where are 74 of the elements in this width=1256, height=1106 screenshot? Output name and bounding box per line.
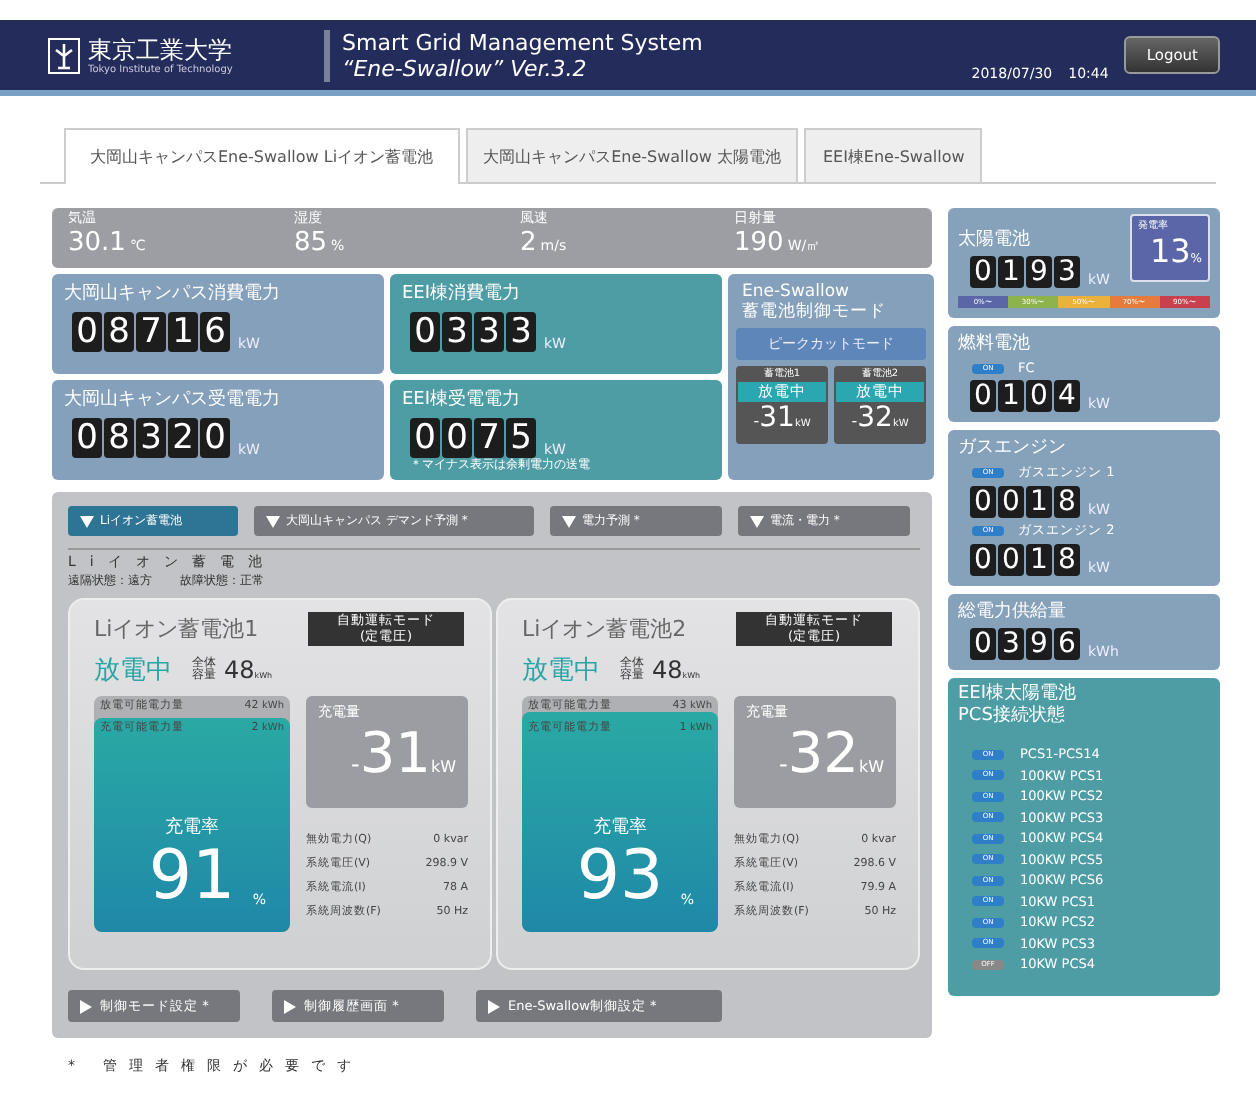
digit: 0	[200, 418, 230, 458]
digit: 0	[970, 256, 996, 288]
digit: 3	[136, 418, 166, 458]
rate-value: 93	[576, 840, 664, 912]
meter-label: 大岡山キャンパス受電電力	[64, 388, 282, 412]
digit: 9	[1026, 256, 1052, 288]
digit: 6	[200, 312, 230, 352]
triangle-down-icon	[750, 515, 764, 527]
rate-label: 充電率	[593, 815, 647, 840]
card-title: PCS接続状態	[958, 706, 1067, 728]
tab[interactable]: 大岡山キャンパスEne-Swallow 太陽電池	[465, 128, 799, 182]
battery-status: 放電中	[522, 654, 600, 688]
digit: 3	[442, 312, 472, 352]
triangle-right-icon	[488, 999, 500, 1013]
digit: 0	[998, 486, 1024, 518]
digit: 7	[136, 312, 166, 352]
digit: 0	[72, 312, 102, 352]
digit: 8	[1054, 544, 1080, 576]
digit: 3	[474, 312, 504, 352]
digit: 0	[970, 544, 996, 576]
triangle-right-icon	[80, 999, 92, 1013]
card-title: ガスエンジン	[958, 436, 1068, 460]
card-title: 蓄電池制御モード	[740, 302, 888, 322]
digit: 5	[506, 418, 536, 458]
battery-name: Liイオン蓄電池1	[94, 614, 259, 644]
triangle-down-icon	[80, 515, 94, 527]
app-version: “Ene-Swallow” Ver.3.2	[342, 55, 589, 81]
digit: 0	[410, 312, 440, 352]
meter-label: 大岡山キャンパス消費電力	[64, 282, 282, 306]
logo-title: 東京工業大学	[88, 35, 233, 63]
digit: 7	[474, 418, 504, 458]
tab[interactable]: 大岡山キャンパスEne-Swallow Liイオン蓄電池	[64, 128, 460, 184]
battery-name: Liイオン蓄電池2	[522, 614, 687, 644]
digit: 1	[998, 380, 1024, 412]
card-title: Ene-Swallow	[740, 282, 851, 302]
digit: 0	[1026, 380, 1052, 412]
power-value: -31 kW	[348, 722, 456, 790]
digit: 2	[168, 418, 198, 458]
meter-label: EEI棟受電電力	[402, 388, 523, 412]
card-title: 総電力供給量	[958, 600, 1068, 624]
app-title: Smart Grid Management System	[342, 29, 705, 55]
digit: 1	[998, 256, 1024, 288]
digit: 9	[1026, 628, 1052, 660]
triangle-down-icon	[562, 515, 576, 527]
digit: 3	[506, 312, 536, 352]
digit: 0	[72, 418, 102, 458]
digit: 0	[998, 544, 1024, 576]
digit: 4	[1054, 380, 1080, 412]
power-value: -32 kW	[776, 722, 884, 790]
digit: 3	[1054, 256, 1080, 288]
rate-label: 充電率	[165, 815, 219, 840]
digit: 0	[970, 486, 996, 518]
digit: 8	[104, 418, 134, 458]
logo-icon	[48, 37, 80, 73]
triangle-down-icon	[266, 515, 280, 527]
meter-label: EEI棟消費電力	[402, 282, 523, 306]
digit: 0	[410, 418, 440, 458]
digit: 0	[442, 418, 472, 458]
card-title: 太陽電池	[958, 230, 1030, 250]
digit: 6	[1054, 628, 1080, 660]
digit: 1	[168, 312, 198, 352]
rate-value: 91	[148, 840, 236, 912]
digit: 1	[1026, 544, 1052, 576]
digit: 0	[970, 380, 996, 412]
card-title: EEI棟太陽電池	[958, 684, 1079, 705]
battery-status: 放電中	[94, 654, 172, 688]
digit: 0	[970, 628, 996, 660]
digit: 8	[1054, 486, 1080, 518]
tab[interactable]: EEI棟Ene-Swallow	[804, 128, 983, 182]
card-title: 燃料電池	[958, 332, 1032, 356]
digit: 3	[998, 628, 1024, 660]
triangle-right-icon	[284, 999, 296, 1013]
digit: 8	[104, 312, 134, 352]
digit: 1	[1026, 486, 1052, 518]
